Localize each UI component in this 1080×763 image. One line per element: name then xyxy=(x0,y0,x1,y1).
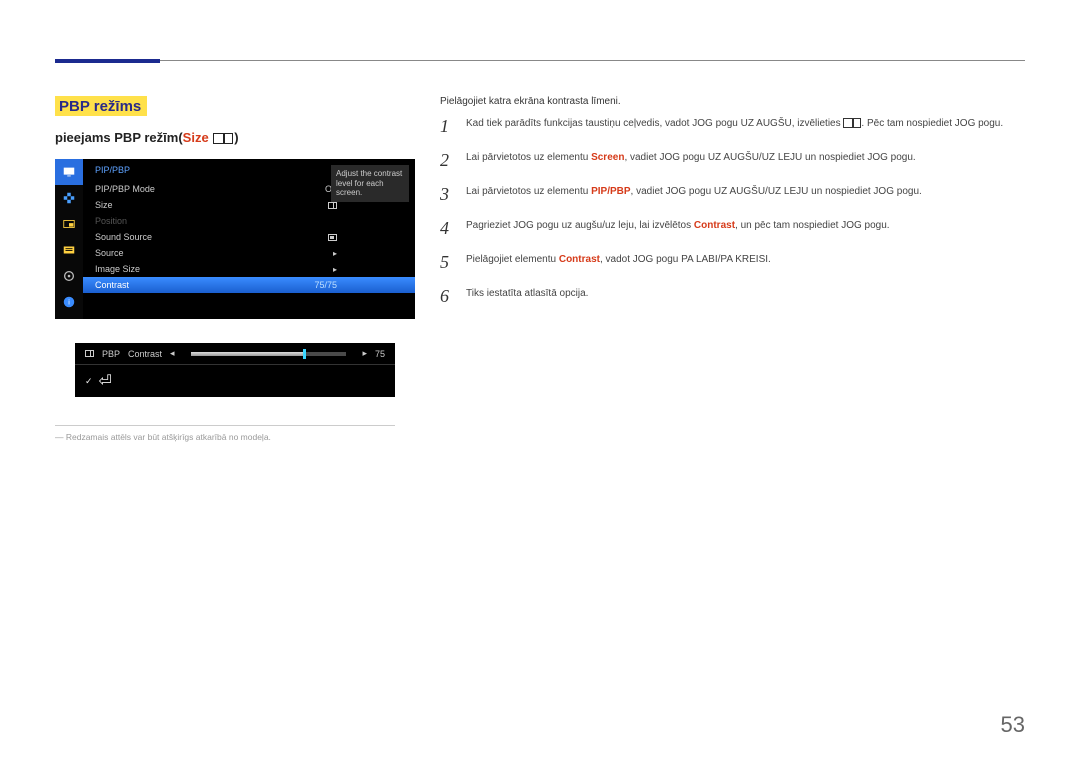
monitor-icon xyxy=(55,159,83,185)
step-num: 6 xyxy=(440,287,454,305)
subtitle: pieejams PBP režīm(Size ) xyxy=(55,130,415,145)
keyword: Contrast xyxy=(694,220,735,231)
label: Sound Source xyxy=(95,232,152,242)
top-rule xyxy=(160,60,1025,61)
osd-row-sound[interactable]: Sound Source xyxy=(95,229,415,245)
osd-row-contrast[interactable]: Contrast 75/75 xyxy=(83,277,415,293)
label: Image Size xyxy=(95,264,140,274)
footnote-rule xyxy=(55,425,395,426)
step-text: Pagrieziet JOG pogu uz augšu/uz leju, la… xyxy=(466,220,694,231)
slider-track[interactable] xyxy=(191,352,347,356)
step-num: 1 xyxy=(440,117,454,135)
step-text: Kad tiek parādīts funkcijas taustiņu ceļ… xyxy=(466,118,843,129)
pip-icon xyxy=(55,211,83,237)
step-1: 1 Kad tiek parādīts funkcijas taustiņu c… xyxy=(440,117,1025,135)
keyword: Contrast xyxy=(559,254,600,265)
step-2: 2 Lai pārvietotos uz elementu Screen, va… xyxy=(440,151,1025,169)
step-text: , vadot JOG pogu PA LABI/PA KREISI. xyxy=(600,254,771,265)
step-text: Tiks iestatīta atlasītā opcija. xyxy=(466,287,1025,301)
osd-row-source[interactable]: Source xyxy=(95,245,415,261)
pbp-size-icon xyxy=(213,133,233,144)
step-4: 4 Pagrieziet JOG pogu uz augšu/uz leju, … xyxy=(440,219,1025,237)
chevron-down-icon[interactable]: ✓ xyxy=(85,376,93,387)
arrow-icon xyxy=(333,248,337,258)
label: Position xyxy=(95,216,127,226)
step-num: 5 xyxy=(440,253,454,271)
step-5: 5 Pielāgojiet elementu Contrast, vadot J… xyxy=(440,253,1025,271)
picture-icon xyxy=(55,185,83,211)
slider-handle[interactable] xyxy=(303,349,306,359)
step-text: . Pēc tam nospiediet JOG pogu. xyxy=(861,118,1003,129)
step-num: 2 xyxy=(440,151,454,169)
step-text: , un pēc tam nospiediet JOG pogu. xyxy=(735,220,890,231)
slider-label: PBP xyxy=(102,349,120,359)
slider-value: 75 xyxy=(375,349,385,359)
arrow-icon xyxy=(333,264,337,274)
label: Source xyxy=(95,248,124,258)
onscreen-icon xyxy=(55,237,83,263)
intro-text: Pielāgojiet katra ekrāna kontrasta līmen… xyxy=(440,96,1025,107)
settings-icon xyxy=(55,263,83,289)
return-icon[interactable]: ⏎ xyxy=(99,371,112,391)
subtitle-prefix: pieejams PBP režīm( xyxy=(55,130,183,145)
step-text: Pielāgojiet elementu xyxy=(466,254,559,265)
keyword: PIP/PBP xyxy=(591,186,630,197)
osd-menu: i PIP/PBP PIP/PBP ModeOn Size Position S… xyxy=(55,159,415,319)
menu-icon xyxy=(843,118,861,128)
step-3: 3 Lai pārvietotos uz elementu PIP/PBP, v… xyxy=(440,185,1025,203)
slider-mode-icon xyxy=(85,350,94,357)
info-icon: i xyxy=(55,289,83,315)
footnote: ― Redzamais attēls var būt atšķirīgs atk… xyxy=(55,432,415,442)
page-number: 53 xyxy=(1001,712,1025,738)
value: 75/75 xyxy=(314,280,337,290)
osd-row-position: Position xyxy=(95,213,415,229)
step-num: 4 xyxy=(440,219,454,237)
keyword: Screen xyxy=(591,152,624,163)
label: PIP/PBP Mode xyxy=(95,184,155,194)
step-text: Lai pārvietotos uz elementu xyxy=(466,152,591,163)
size-icon xyxy=(328,202,337,209)
slider-fill xyxy=(191,352,303,356)
osd-sidebar: i xyxy=(55,159,83,319)
subtitle-suffix: ) xyxy=(234,130,238,145)
osd-row-image[interactable]: Image Size xyxy=(95,261,415,277)
slider-left-arrow[interactable]: ◂ xyxy=(170,348,175,359)
label: Size xyxy=(95,200,113,210)
step-num: 3 xyxy=(440,185,454,203)
slider-box: PBP Contrast ◂ ▸ 75 ✓ ⏎ xyxy=(75,343,395,397)
sound-icon xyxy=(328,234,337,241)
step-text: Lai pārvietotos uz elementu xyxy=(466,186,591,197)
label: Contrast xyxy=(95,280,129,290)
osd-desc: Adjust the contrast level for each scree… xyxy=(331,165,409,202)
step-6: 6 Tiks iestatīta atlasītā opcija. xyxy=(440,287,1025,305)
slider-right-arrow[interactable]: ▸ xyxy=(362,348,367,359)
section-title: PBP režīms xyxy=(55,96,147,116)
step-text: , vadiet JOG pogu UZ AUGŠU/UZ LEJU un no… xyxy=(631,186,922,197)
slider-sub: Contrast xyxy=(128,349,162,359)
step-text: , vadiet JOG pogu UZ AUGŠU/UZ LEJU un no… xyxy=(624,152,915,163)
subtitle-size: Size xyxy=(183,130,209,145)
accent-bar xyxy=(55,59,160,63)
